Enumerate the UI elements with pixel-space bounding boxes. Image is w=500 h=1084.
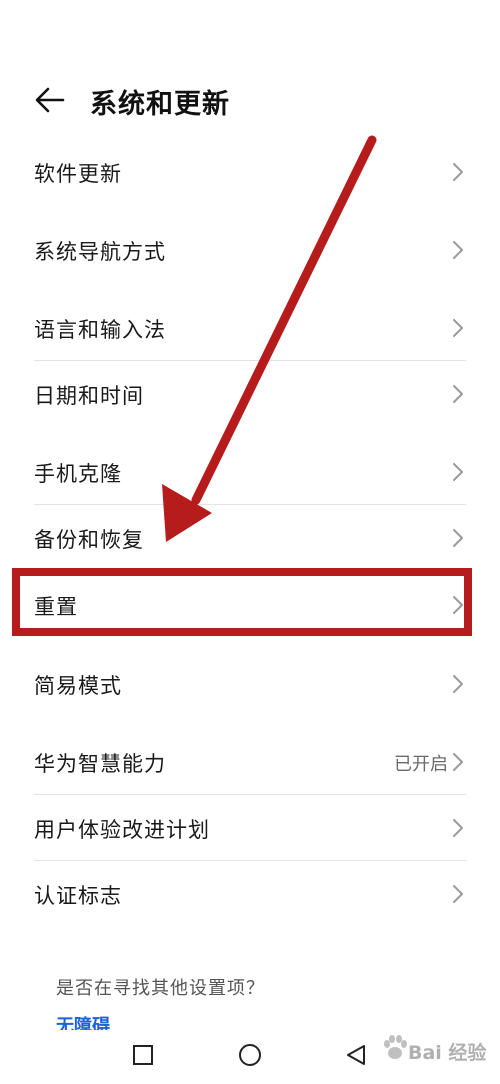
settings-item-language-input[interactable]: 语言和输入法	[0, 296, 500, 360]
settings-item-backup-restore[interactable]: 备份和恢复	[0, 506, 500, 570]
watermark-text: Bai 经验	[408, 1042, 487, 1064]
settings-item-reset[interactable]: 重置	[0, 574, 500, 636]
system-back-button[interactable]	[342, 1040, 372, 1070]
settings-item-label: 语言和输入法	[34, 318, 166, 342]
chevron-right-icon	[453, 163, 463, 181]
header: 系统和更新	[0, 70, 500, 130]
chevron-right-icon	[453, 675, 463, 693]
divider	[34, 794, 466, 795]
settings-item-huawei-ai[interactable]: 华为智慧能力 已开启	[0, 730, 500, 794]
recents-button[interactable]	[128, 1040, 158, 1070]
chevron-right-icon	[453, 241, 463, 259]
circle-home-icon	[239, 1044, 261, 1066]
settings-item-date-time[interactable]: 日期和时间	[0, 362, 500, 426]
settings-item-certification[interactable]: 认证标志	[0, 862, 500, 926]
paw-logo-icon	[384, 1035, 407, 1059]
status-value: 已开启	[394, 754, 448, 775]
chevron-right-icon	[453, 753, 463, 771]
chevron-right-icon	[453, 596, 463, 614]
settings-item-label: 系统导航方式	[34, 240, 166, 264]
divider	[34, 860, 466, 861]
accessibility-link[interactable]: 无障碍	[56, 1012, 126, 1030]
settings-item-phone-clone[interactable]: 手机克隆	[0, 440, 500, 504]
footer-question: 是否在寻找其他设置项？	[56, 978, 265, 999]
arrow-left-icon	[35, 87, 65, 113]
home-button[interactable]	[235, 1040, 265, 1070]
settings-item-label: 备份和恢复	[34, 528, 144, 552]
chevron-right-icon	[453, 385, 463, 403]
settings-item-user-experience[interactable]: 用户体验改进计划	[0, 796, 500, 860]
settings-item-simple-mode[interactable]: 简易模式	[0, 652, 500, 716]
settings-item-label: 华为智慧能力	[34, 752, 166, 776]
settings-item-label: 软件更新	[34, 162, 122, 186]
settings-item-software-update[interactable]: 软件更新	[0, 140, 500, 204]
back-button[interactable]	[30, 80, 70, 120]
divider	[34, 504, 466, 505]
settings-item-label: 重置	[34, 595, 78, 619]
chevron-right-icon	[453, 319, 463, 337]
triangle-back-icon	[347, 1045, 365, 1065]
square-recents-icon	[133, 1045, 153, 1065]
settings-item-label: 认证标志	[34, 884, 122, 908]
settings-item-label: 手机克隆	[34, 462, 122, 486]
chevron-right-icon	[453, 819, 463, 837]
settings-item-system-navigation[interactable]: 系统导航方式	[0, 218, 500, 282]
chevron-right-icon	[453, 463, 463, 481]
divider	[34, 360, 466, 361]
baidu-watermark: Bai 经验	[382, 1030, 494, 1070]
settings-item-label: 日期和时间	[34, 384, 144, 408]
page-title: 系统和更新	[90, 89, 230, 120]
settings-item-label: 简易模式	[34, 674, 122, 698]
settings-item-label: 用户体验改进计划	[34, 818, 210, 842]
chevron-right-icon	[453, 885, 463, 903]
chevron-right-icon	[453, 529, 463, 547]
